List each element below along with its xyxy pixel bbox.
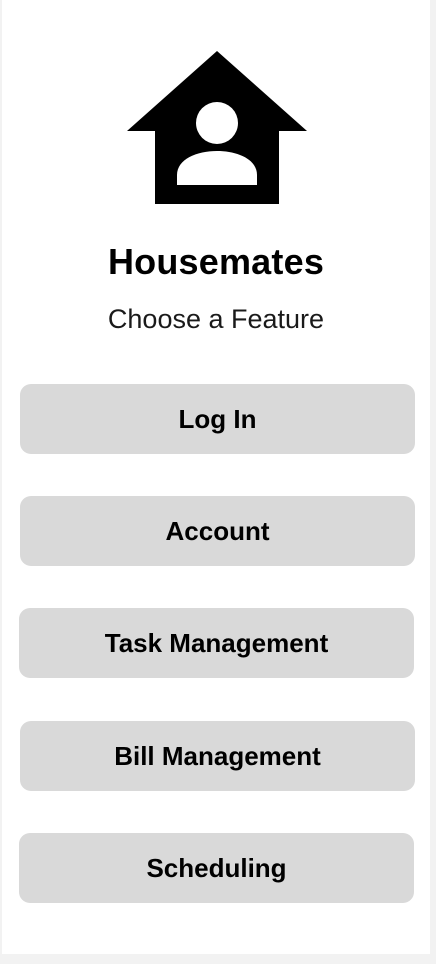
account-button[interactable]: Account bbox=[20, 496, 415, 566]
login-button[interactable]: Log In bbox=[20, 384, 415, 454]
feature-list: Log In Account Task Management Bill Mana… bbox=[2, 0, 430, 954]
bill-management-button[interactable]: Bill Management bbox=[20, 721, 415, 791]
scheduling-button[interactable]: Scheduling bbox=[19, 833, 414, 903]
home-screen: Housemates Choose a Feature Log In Accou… bbox=[2, 0, 430, 954]
task-management-button[interactable]: Task Management bbox=[19, 608, 414, 678]
